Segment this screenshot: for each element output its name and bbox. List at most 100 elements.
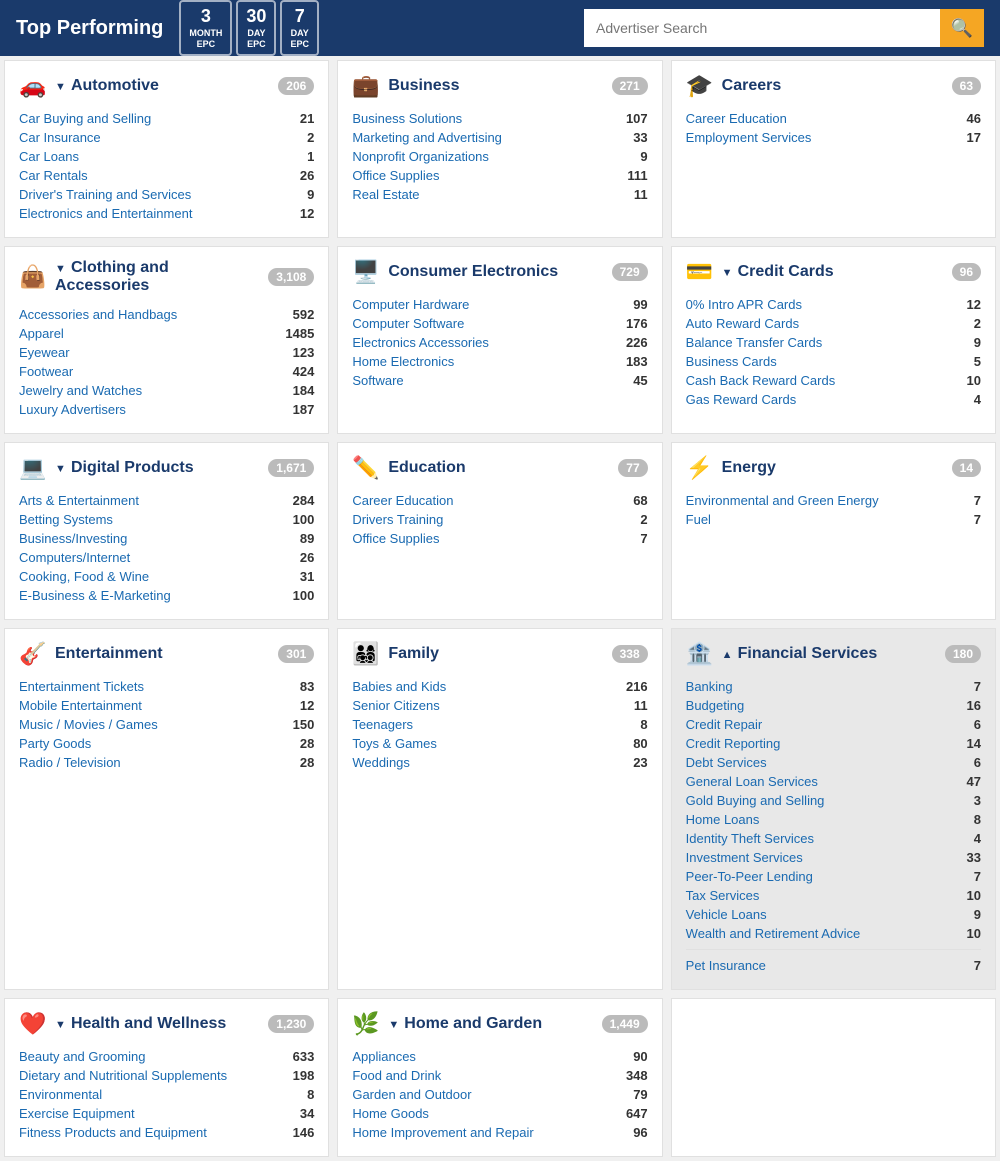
list-item[interactable]: General Loan Services47 [686,772,981,791]
list-item[interactable]: Cooking, Food & Wine31 [19,567,314,586]
list-item[interactable]: Fuel7 [686,510,981,529]
list-item[interactable]: Car Insurance2 [19,128,314,147]
list-item[interactable]: Business Cards5 [686,352,981,371]
list-item[interactable]: Budgeting16 [686,696,981,715]
list-item[interactable]: Eyewear123 [19,343,314,362]
list-item[interactable]: Arts & Entertainment284 [19,491,314,510]
list-item[interactable]: Business/Investing89 [19,529,314,548]
category-toggle-clothing[interactable]: ▼ [55,263,69,275]
category-toggle-automotive[interactable]: ▼ [55,81,69,93]
category-toggle-digital-products[interactable]: ▼ [55,463,69,475]
list-item[interactable]: Mobile Entertainment12 [19,696,314,715]
list-item[interactable]: Party Goods28 [19,734,314,753]
list-item[interactable]: Marketing and Advertising33 [352,128,647,147]
list-item[interactable]: Car Rentals26 [19,166,314,185]
category-toggle-health-wellness[interactable]: ▼ [55,1019,69,1031]
list-item[interactable]: Wealth and Retirement Advice10 [686,924,981,943]
list-item[interactable]: Footwear424 [19,362,314,381]
list-item[interactable]: Weddings23 [352,753,647,772]
list-item[interactable]: Environmental and Green Energy7 [686,491,981,510]
list-item[interactable]: Software45 [352,371,647,390]
list-item[interactable]: Food and Drink348 [352,1066,647,1085]
item-count: 31 [284,569,314,584]
item-count: 79 [618,1087,648,1102]
list-item[interactable]: Nonprofit Organizations9 [352,147,647,166]
list-item[interactable]: E-Business & E-Marketing100 [19,586,314,605]
list-item[interactable]: Beauty and Grooming633 [19,1047,314,1066]
list-item[interactable]: Apparel1485 [19,324,314,343]
item-name: Home Improvement and Repair [352,1125,533,1140]
list-item[interactable]: Gas Reward Cards4 [686,390,981,409]
list-item[interactable]: Electronics and Entertainment12 [19,204,314,223]
epc-button-group: 3MONTHEPC 30DAYEPC 7DAYEPC [179,0,319,55]
list-item[interactable]: Appliances90 [352,1047,647,1066]
list-item[interactable]: Banking7 [686,677,981,696]
list-item[interactable]: Teenagers8 [352,715,647,734]
list-item[interactable]: Jewelry and Watches184 [19,381,314,400]
list-item[interactable]: Driver's Training and Services9 [19,185,314,204]
list-item[interactable]: Investment Services33 [686,848,981,867]
item-name: Cash Back Reward Cards [686,373,836,388]
list-item[interactable]: Credit Reporting14 [686,734,981,753]
list-item[interactable]: Car Buying and Selling21 [19,109,314,128]
list-item[interactable]: Home Goods647 [352,1104,647,1123]
list-item[interactable]: Gold Buying and Selling3 [686,791,981,810]
list-item[interactable]: Senior Citizens11 [352,696,647,715]
item-count: 9 [951,907,981,922]
list-item[interactable]: Computer Software176 [352,314,647,333]
list-item[interactable]: Pet Insurance7 [686,956,981,975]
list-item[interactable]: Tax Services10 [686,886,981,905]
epc-3month-button[interactable]: 3MONTHEPC [179,0,232,55]
search-input[interactable] [584,9,940,47]
list-item[interactable]: Music / Movies / Games150 [19,715,314,734]
list-item[interactable]: Home Improvement and Repair96 [352,1123,647,1142]
epc-7day-button[interactable]: 7DAYEPC [280,0,319,55]
item-count: 183 [618,354,648,369]
list-item[interactable]: Real Estate11 [352,185,647,204]
list-item[interactable]: Employment Services17 [686,128,981,147]
list-item[interactable]: Auto Reward Cards2 [686,314,981,333]
list-item[interactable]: 0% Intro APR Cards12 [686,295,981,314]
item-name: Computer Software [352,316,464,331]
category-toggle-home-garden[interactable]: ▼ [388,1019,402,1031]
list-item[interactable]: Garden and Outdoor79 [352,1085,647,1104]
list-item[interactable]: Office Supplies111 [352,166,647,185]
list-item[interactable]: Computers/Internet26 [19,548,314,567]
list-item[interactable]: Accessories and Handbags592 [19,305,314,324]
list-item[interactable]: Dietary and Nutritional Supplements198 [19,1066,314,1085]
list-item[interactable]: Office Supplies7 [352,529,647,548]
list-item[interactable]: Career Education46 [686,109,981,128]
list-item[interactable]: Toys & Games80 [352,734,647,753]
item-count: 2 [284,130,314,145]
list-item[interactable]: Credit Repair6 [686,715,981,734]
list-item[interactable]: Peer-To-Peer Lending7 [686,867,981,886]
list-item[interactable]: Career Education68 [352,491,647,510]
list-item[interactable]: Betting Systems100 [19,510,314,529]
list-item[interactable]: Home Electronics183 [352,352,647,371]
list-item[interactable]: Vehicle Loans9 [686,905,981,924]
list-item[interactable]: Cash Back Reward Cards 10 [686,371,981,390]
list-item[interactable]: Home Loans8 [686,810,981,829]
item-name: Weddings [352,755,410,770]
epc-30day-button[interactable]: 30DAYEPC [236,0,276,55]
list-item[interactable]: Luxury Advertisers187 [19,400,314,419]
list-item[interactable]: Business Solutions107 [352,109,647,128]
search-button[interactable]: 🔍 [940,9,984,47]
list-item[interactable]: Babies and Kids216 [352,677,647,696]
list-item[interactable]: Car Loans1 [19,147,314,166]
list-item[interactable]: Drivers Training2 [352,510,647,529]
item-count: 284 [284,493,314,508]
list-item[interactable]: Identity Theft Services4 [686,829,981,848]
list-item[interactable]: Radio / Television28 [19,753,314,772]
list-item[interactable]: Debt Services6 [686,753,981,772]
list-item[interactable]: Environmental8 [19,1085,314,1104]
list-item[interactable]: Exercise Equipment34 [19,1104,314,1123]
list-item[interactable]: Balance Transfer Cards9 [686,333,981,352]
list-item[interactable]: Fitness Products and Equipment146 [19,1123,314,1142]
category-toggle-financial-services[interactable]: ▲ [722,649,736,661]
list-item[interactable]: Entertainment Tickets83 [19,677,314,696]
list-item[interactable]: Computer Hardware99 [352,295,647,314]
list-item[interactable]: Electronics Accessories226 [352,333,647,352]
category-toggle-credit-cards[interactable]: ▼ [722,267,736,279]
item-count: 10 [951,373,981,388]
